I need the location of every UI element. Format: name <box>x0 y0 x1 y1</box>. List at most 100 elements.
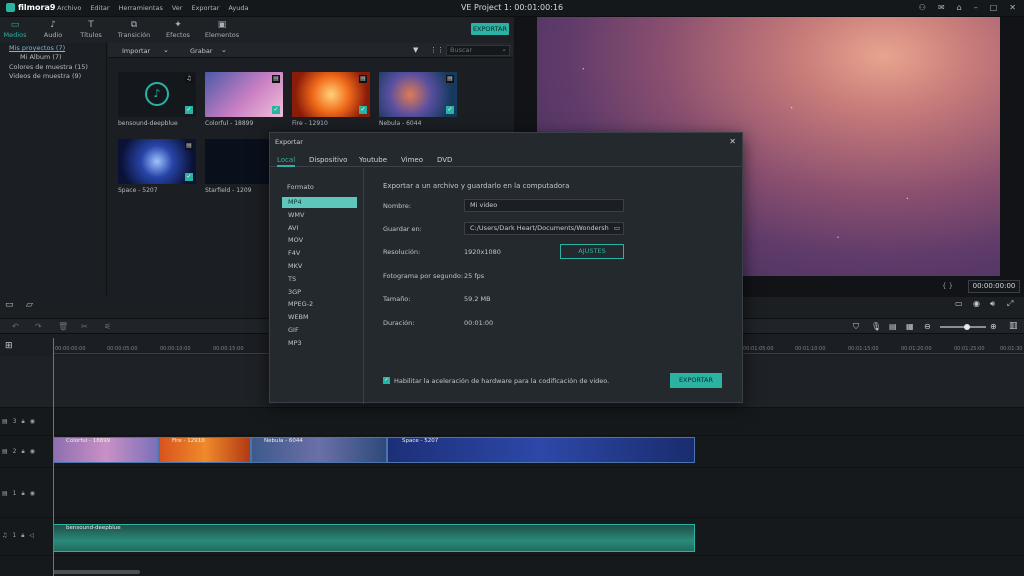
settings-button[interactable]: AJUSTES <box>560 244 624 259</box>
tab-dvd[interactable]: DVD <box>437 156 452 164</box>
tree-item-mis-proyectos[interactable]: Mis proyectos (7) <box>9 44 65 52</box>
export-button[interactable]: EXPORTAR <box>670 373 722 388</box>
tab-audio[interactable]: ♪ Audio <box>32 19 74 39</box>
volume-icon[interactable]: 🔊︎ <box>990 299 995 309</box>
zoom-out-icon[interactable]: ⊖ <box>924 322 931 331</box>
adjust-icon[interactable]: ⚟ <box>104 322 111 331</box>
search-input[interactable]: Buscar ⌕ <box>446 45 510 56</box>
format-mp4[interactable]: MP4 <box>282 197 357 208</box>
timeline-clip[interactable]: Colorful - 18899 <box>53 437 159 463</box>
notification-icon[interactable]: ✉ <box>938 3 945 12</box>
add-track-icon[interactable]: ⊞ <box>5 341 13 351</box>
format-mp3[interactable]: MP3 <box>282 338 357 349</box>
library-toolbar: Importar ⌄ Grabar ⌄ ▼ ⋮⋮ Buscar ⌕ <box>108 43 513 58</box>
audio-clip[interactable]: bensound-deepblue <box>53 524 695 552</box>
tab-transicion[interactable]: ⧉ Transición <box>113 19 155 39</box>
timeline-clip[interactable]: Space - 5207 <box>387 437 695 463</box>
eye-icon[interactable]: ◉ <box>30 490 35 498</box>
format-gif[interactable]: GIF <box>282 325 357 336</box>
size-value: 59.2 MB <box>464 295 491 303</box>
new-folder-icon[interactable]: ▭ <box>5 300 14 310</box>
export-dialog: Exportar ✕ Local Dispositivo Youtube Vim… <box>269 132 744 404</box>
hw-accel-checkbox[interactable]: ✓ <box>383 377 390 384</box>
media-item-starfield[interactable] <box>205 139 269 184</box>
cut-icon[interactable]: ✂ <box>81 322 88 331</box>
save-path-field[interactable]: C:/Users/Dark Heart/Documents/Wondersh ▭ <box>464 222 624 235</box>
format-mov[interactable]: MOV <box>282 235 357 246</box>
cart-icon[interactable]: ⌂ <box>957 3 962 12</box>
delete-icon[interactable]: 🗑︎ <box>58 322 68 331</box>
undo-icon[interactable]: ↶ <box>12 322 19 331</box>
timeline-clip[interactable]: Nebula - 6044 <box>251 437 387 463</box>
format-3gp[interactable]: 3GP <box>282 287 357 298</box>
media-label: Nebula - 6044 <box>379 120 422 127</box>
format-ts[interactable]: TS <box>282 274 357 285</box>
import-button[interactable]: Importar <box>122 47 150 55</box>
media-item-nebula[interactable]: ▤ ✓ <box>379 72 457 117</box>
lock-icon[interactable]: 🔒︎ <box>22 448 25 456</box>
zoom-slider[interactable] <box>940 324 986 330</box>
format-f4v[interactable]: F4V <box>282 248 357 259</box>
format-mpeg2[interactable]: MPEG-2 <box>282 299 357 310</box>
tab-youtube[interactable]: Youtube <box>359 156 387 164</box>
chevron-down-icon[interactable]: ⌄ <box>221 46 227 54</box>
media-item-space[interactable]: ▤ ✓ <box>118 139 196 184</box>
tab-medios[interactable]: ▭ Medios <box>0 19 36 39</box>
tab-titulos[interactable]: T Títulos <box>70 19 112 39</box>
timeline-scrollbar[interactable] <box>53 570 140 574</box>
tab-elementos[interactable]: ▣ Elementos <box>201 19 243 39</box>
folder-icon: ▭ <box>10 20 20 30</box>
lock-icon[interactable]: 🔒︎ <box>22 418 25 426</box>
render-icon[interactable]: ▭ <box>955 299 963 308</box>
snapshot-icon[interactable]: ◉ <box>973 299 980 308</box>
folder-icon[interactable]: ▭ <box>614 223 620 234</box>
record-button[interactable]: Grabar <box>190 47 212 55</box>
format-mkv[interactable]: MKV <box>282 261 357 272</box>
grid-icon[interactable]: ▥ <box>1009 321 1018 331</box>
voiceover-icon[interactable]: ▤ <box>889 322 897 331</box>
timeline-clip[interactable]: Fire - 12910 <box>159 437 251 463</box>
media-item-colorful[interactable]: ▤ ✓ <box>205 72 283 117</box>
duration-label: Duración: <box>383 319 415 327</box>
media-item-bensound[interactable]: ♪ ♫ ✓ <box>118 72 196 117</box>
ruler-tick: 00:01:10:00 <box>795 346 826 352</box>
split-screen-icon[interactable]: ▦ <box>906 322 914 331</box>
filter-icon[interactable]: ▼ <box>413 46 418 54</box>
media-item-fire[interactable]: ▤ ✓ <box>292 72 370 117</box>
lock-icon[interactable]: 🔒︎ <box>21 532 24 540</box>
eye-icon[interactable]: ◉ <box>30 418 35 426</box>
ruler-tick: 00:01:30 <box>1000 346 1023 352</box>
mark-in-out-icon[interactable]: { } <box>942 282 953 290</box>
eye-icon[interactable]: ◉ <box>30 448 35 456</box>
format-webm[interactable]: WEBM <box>282 312 357 323</box>
export-button-top[interactable]: EXPORTAR <box>471 23 509 35</box>
marker-icon[interactable]: ⛉ <box>853 322 859 332</box>
lock-icon[interactable]: 🔒︎ <box>22 490 25 498</box>
format-wmv[interactable]: WMV <box>282 210 357 221</box>
account-icon[interactable]: ⚇ <box>919 3 926 12</box>
tab-vimeo[interactable]: Vimeo <box>401 156 423 164</box>
speaker-icon[interactable]: ◁ <box>29 532 34 540</box>
tree-item-mi-album[interactable]: Mi Album (7) <box>20 53 62 61</box>
tab-dispositivo[interactable]: Dispositivo <box>309 156 347 164</box>
tab-local[interactable]: Local <box>277 156 296 167</box>
maximize-icon[interactable]: □ <box>990 3 998 12</box>
chevron-down-icon[interactable]: ⌄ <box>163 46 169 54</box>
fullscreen-icon[interactable]: ⤢ <box>1007 299 1013 309</box>
close-icon[interactable]: ✕ <box>729 137 736 146</box>
microphone-icon[interactable]: 🎙︎ <box>871 322 881 331</box>
close-icon[interactable]: ✕ <box>1009 3 1016 12</box>
format-avi[interactable]: AVI <box>282 223 357 234</box>
open-folder-icon[interactable]: ▱ <box>26 300 33 310</box>
hw-accel-label: Habilitar la aceleración de hardware par… <box>394 377 610 385</box>
name-field[interactable]: Mi video <box>464 199 624 212</box>
tab-efectos[interactable]: ✦ Efectos <box>157 19 199 39</box>
redo-icon[interactable]: ↷ <box>35 322 42 331</box>
grid-view-icon[interactable]: ⋮⋮ <box>430 46 444 54</box>
tree-item-videos[interactable]: Videos de muestra (9) <box>9 72 81 80</box>
zoom-in-icon[interactable]: ⊕ <box>990 322 997 331</box>
minimize-icon[interactable]: – <box>974 3 978 12</box>
playhead[interactable] <box>53 338 54 576</box>
zoom-slider-handle[interactable] <box>964 324 970 330</box>
tree-item-colores[interactable]: Colores de muestra (15) <box>9 63 88 71</box>
